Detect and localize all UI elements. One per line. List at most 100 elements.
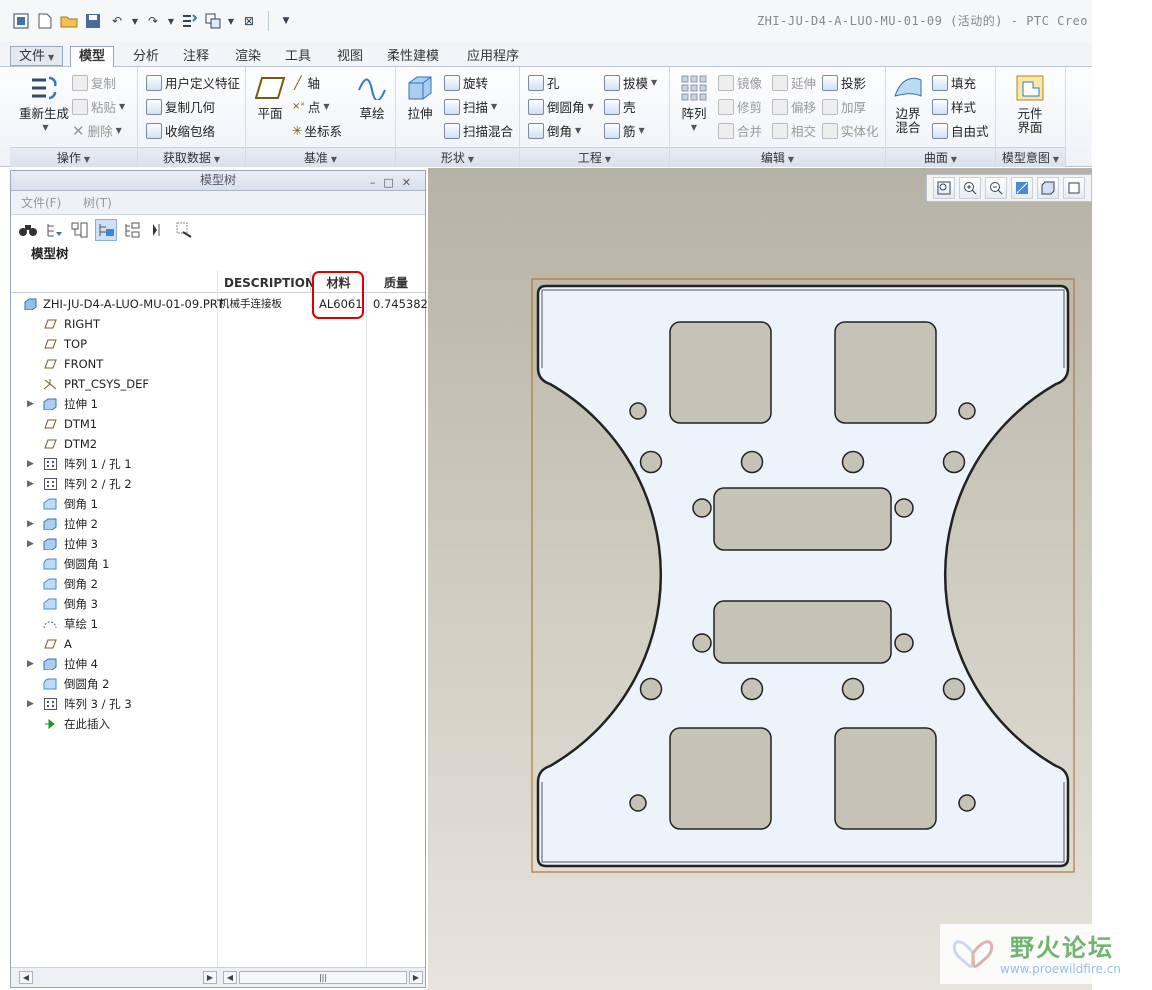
tree-item[interactable]: TOP bbox=[11, 334, 425, 354]
binoculars-icon[interactable] bbox=[17, 219, 39, 241]
tree-item[interactable]: ▶ 阵列 1 / 孔 1 bbox=[11, 454, 425, 474]
scroll-left-icon[interactable]: ◀ bbox=[223, 971, 237, 984]
close-window-icon[interactable]: ⊠ bbox=[238, 10, 260, 32]
scroll-thumb[interactable]: ||| bbox=[239, 971, 407, 984]
group-label-surfaces[interactable]: 曲面 ▼ bbox=[886, 147, 995, 167]
new-file-icon[interactable] bbox=[34, 10, 56, 32]
redo-dropdown-icon[interactable]: ▼ bbox=[166, 10, 176, 32]
horizontal-scrollbar[interactable]: ◀ ▶ ◀ ||| ▶ bbox=[11, 967, 425, 987]
group-label-get-data[interactable]: 获取数据 ▼ bbox=[138, 147, 245, 167]
axis-button[interactable]: ╱ 轴 bbox=[294, 73, 320, 92]
tree-item[interactable]: 倒圆角 2 bbox=[11, 674, 425, 694]
save-icon[interactable] bbox=[82, 10, 104, 32]
expand-arrow-icon[interactable]: ▶ bbox=[27, 394, 34, 414]
tree-item[interactable]: ▶ 拉伸 4 bbox=[11, 654, 425, 674]
rib-button[interactable]: 筋 ▼ bbox=[604, 121, 645, 140]
tab-tools[interactable]: 工具 bbox=[276, 46, 320, 67]
part-model[interactable] bbox=[428, 168, 1092, 990]
swept-blend-button[interactable]: 扫描混合 bbox=[444, 121, 513, 140]
pattern-button[interactable]: 阵列 ▼ bbox=[674, 73, 714, 135]
group-label-shapes[interactable]: 形状 ▼ bbox=[396, 147, 519, 167]
copy-geometry-button[interactable]: 复制几何 bbox=[146, 97, 215, 116]
boundary-blend-button[interactable]: 边界混合 bbox=[890, 73, 926, 135]
tab-flexible-modeling[interactable]: 柔性建模 bbox=[378, 46, 448, 67]
udf-button[interactable]: 用户定义特征 bbox=[146, 73, 240, 92]
regenerate-button[interactable]: 重新生成 ▼ bbox=[16, 73, 72, 135]
tab-applications[interactable]: 应用程序 bbox=[458, 46, 528, 67]
chamfer-button[interactable]: 倒角 ▼ bbox=[528, 121, 581, 140]
undo-icon[interactable]: ↶ bbox=[106, 10, 128, 32]
open-folder-icon[interactable] bbox=[58, 10, 80, 32]
tree-filter-icon[interactable] bbox=[43, 219, 65, 241]
tree-item[interactable]: 倒角 2 bbox=[11, 574, 425, 594]
tree-item[interactable]: ▶ 拉伸 3 bbox=[11, 534, 425, 554]
tree-item[interactable]: ▶ 阵列 2 / 孔 2 bbox=[11, 474, 425, 494]
component-interface-button[interactable]: 元件界面 bbox=[1010, 73, 1050, 135]
csys-button[interactable]: ✳ 坐标系 bbox=[292, 121, 342, 140]
point-button[interactable]: ×ˣ 点 ▼ bbox=[292, 97, 330, 116]
tab-view[interactable]: 视图 bbox=[328, 46, 372, 67]
project-button[interactable]: 投影 bbox=[822, 73, 866, 92]
group-label-operations[interactable]: 操作 ▼ bbox=[10, 147, 137, 167]
group-label-engineering[interactable]: 工程 ▼ bbox=[520, 147, 669, 167]
graphics-area[interactable] bbox=[428, 168, 1092, 990]
style-button[interactable]: 样式 bbox=[932, 97, 976, 116]
tree-item[interactable]: A bbox=[11, 634, 425, 654]
tree-item[interactable]: 在此插入 bbox=[11, 714, 425, 734]
hole-button[interactable]: 孔 bbox=[528, 73, 560, 92]
undo-dropdown-icon[interactable]: ▼ bbox=[130, 10, 140, 32]
tree-settings-icon[interactable] bbox=[95, 219, 117, 241]
tree-item[interactable]: 草绘 1 bbox=[11, 614, 425, 634]
tab-annotate[interactable]: 注释 bbox=[174, 46, 218, 67]
thicken-button[interactable]: 加厚 bbox=[822, 97, 866, 116]
paste-button[interactable]: 粘贴 ▼ bbox=[72, 97, 125, 116]
scroll-right-icon[interactable]: ▶ bbox=[203, 971, 217, 984]
offset-button[interactable]: 偏移 bbox=[772, 97, 816, 116]
tree-item[interactable]: 倒角 1 bbox=[11, 494, 425, 514]
group-label-editing[interactable]: 编辑 ▼ bbox=[670, 147, 885, 167]
menu-tree[interactable]: 树(T) bbox=[83, 196, 112, 210]
tree-columns-icon[interactable] bbox=[69, 219, 91, 241]
collapse-tree-icon[interactable] bbox=[147, 219, 169, 241]
customize-toolbar-icon[interactable]: ▼ bbox=[275, 10, 297, 32]
expand-arrow-icon[interactable]: ▶ bbox=[27, 694, 34, 714]
fill-button[interactable]: 填充 bbox=[932, 73, 976, 92]
solidify-button[interactable]: 实体化 bbox=[822, 121, 879, 140]
extrude-button[interactable]: 拉伸 bbox=[400, 73, 440, 121]
extend-button[interactable]: 延伸 bbox=[772, 73, 816, 92]
scroll-left-icon[interactable]: ◀ bbox=[19, 971, 33, 984]
tree-item[interactable]: RIGHT bbox=[11, 314, 425, 334]
menu-file[interactable]: 文件(F) bbox=[21, 196, 61, 210]
expand-arrow-icon[interactable]: ▶ bbox=[27, 454, 34, 474]
round-button[interactable]: 倒圆角 ▼ bbox=[528, 97, 594, 116]
expand-arrow-icon[interactable]: ▶ bbox=[27, 474, 34, 494]
sketch-button[interactable]: 草绘 bbox=[354, 73, 390, 121]
tree-item[interactable]: DTM1 bbox=[11, 414, 425, 434]
redo-icon[interactable]: ↷ bbox=[142, 10, 164, 32]
sweep-button[interactable]: 扫描 ▼ bbox=[444, 97, 497, 116]
tree-item[interactable]: 倒角 3 bbox=[11, 594, 425, 614]
mirror-button[interactable]: 镜像 bbox=[718, 73, 762, 92]
group-label-datum[interactable]: 基准 ▼ bbox=[246, 147, 395, 167]
expand-arrow-icon[interactable]: ▶ bbox=[27, 654, 34, 674]
tab-file[interactable]: 文件 ▼ bbox=[10, 46, 64, 66]
plane-button[interactable]: 平面 bbox=[250, 73, 290, 121]
group-label-model-intent[interactable]: 模型意图 ▼ bbox=[996, 147, 1065, 167]
windows-dropdown-icon[interactable]: ▼ bbox=[226, 10, 236, 32]
merge-button[interactable]: 合并 bbox=[718, 121, 762, 140]
tab-render[interactable]: 渲染 bbox=[226, 46, 270, 67]
shell-button[interactable]: 壳 bbox=[604, 97, 636, 116]
tree-item[interactable]: 倒圆角 1 bbox=[11, 554, 425, 574]
panel-window-controls[interactable]: –□✕ bbox=[370, 173, 419, 192]
revolve-button[interactable]: 旋转 bbox=[444, 73, 488, 92]
trim-button[interactable]: 修剪 bbox=[718, 97, 762, 116]
app-menu-icon[interactable] bbox=[10, 10, 32, 32]
tree-item[interactable]: FRONT bbox=[11, 354, 425, 374]
tab-model[interactable]: 模型 bbox=[70, 46, 115, 68]
expand-tree-icon[interactable] bbox=[121, 219, 143, 241]
delete-button[interactable]: ✕ 删除 ▼ bbox=[72, 121, 122, 140]
tree-item[interactable]: ▶ 阵列 3 / 孔 3 bbox=[11, 694, 425, 714]
regenerate-small-icon[interactable] bbox=[178, 10, 200, 32]
expand-arrow-icon[interactable]: ▶ bbox=[27, 534, 34, 554]
column-mass[interactable]: 质量 bbox=[367, 271, 425, 293]
